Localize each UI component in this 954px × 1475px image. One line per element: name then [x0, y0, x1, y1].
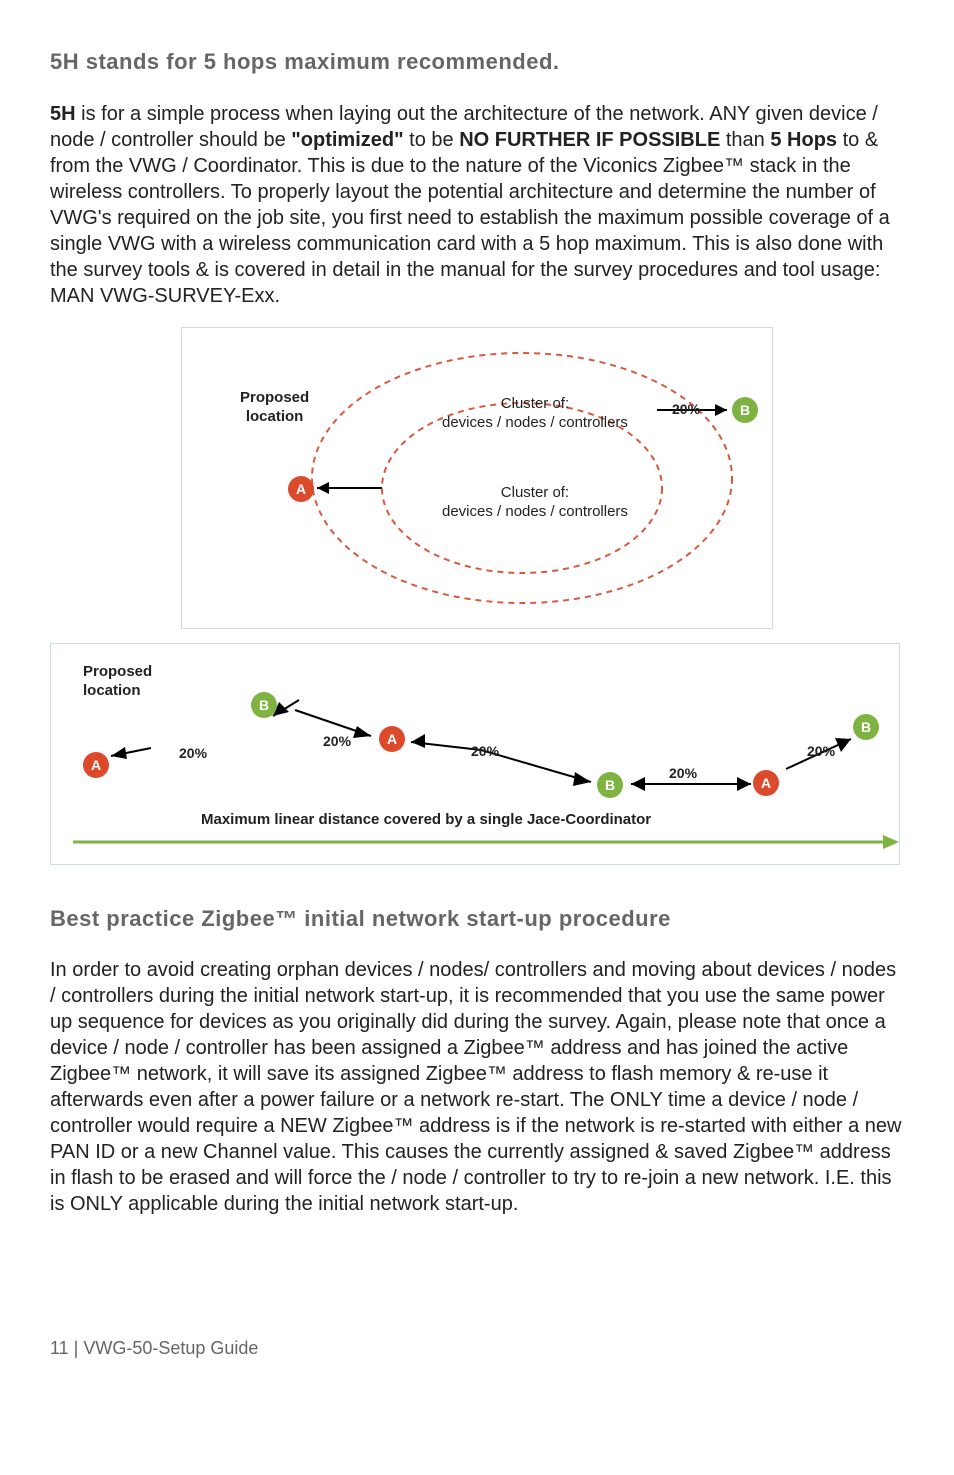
- pct-label: 20%: [471, 742, 499, 760]
- text: location: [240, 407, 309, 427]
- pct-label: 20%: [807, 742, 835, 760]
- marker-b-icon: B: [597, 772, 623, 798]
- figure-1-svg: [182, 328, 772, 628]
- marker-a-icon: A: [379, 726, 405, 752]
- text: Cluster of:: [442, 483, 628, 503]
- pct-label: 20%: [669, 764, 697, 782]
- text: devices / nodes / controllers: [442, 413, 628, 433]
- marker-b-icon: B: [853, 714, 879, 740]
- cluster-label-1: Cluster of: devices / nodes / controller…: [442, 394, 628, 433]
- text: Proposed: [240, 388, 309, 408]
- bold-no-further: NO FURTHER IF POSSIBLE: [459, 129, 720, 151]
- heading-5h: 5H stands for 5 hops maximum recommended…: [50, 48, 904, 77]
- heading-best-practice: Best practice Zigbee™ initial network st…: [50, 905, 904, 934]
- pct-label: 20%: [323, 732, 351, 750]
- marker-a-icon: A: [753, 770, 779, 796]
- paragraph-best-practice: In order to avoid creating orphan device…: [50, 957, 904, 1217]
- proposed-location-label-2: Proposed location: [83, 662, 152, 701]
- cluster-label-2: Cluster of: devices / nodes / controller…: [442, 483, 628, 522]
- text: location: [83, 681, 152, 701]
- figure-1-frame: Proposed location Cluster of: devices / …: [181, 327, 773, 629]
- pct-label: 20%: [672, 400, 700, 418]
- proposed-location-label: Proposed location: [240, 388, 309, 427]
- bold-5-hops: 5 Hops: [770, 129, 837, 151]
- text: than: [720, 129, 770, 151]
- figure-2-caption: Maximum linear distance covered by a sin…: [201, 810, 651, 830]
- marker-a-icon: A: [83, 752, 109, 778]
- bold-5h: 5H: [50, 103, 76, 125]
- marker-a-icon: A: [288, 476, 314, 502]
- bold-optimized: "optimized": [291, 129, 403, 151]
- text: to & from the VWG / Coordinator. This is…: [50, 129, 890, 307]
- pct-label: 20%: [179, 744, 207, 762]
- figure-cluster-diagram: Proposed location Cluster of: devices / …: [50, 327, 904, 865]
- text: Cluster of:: [442, 394, 628, 414]
- marker-b-icon: B: [251, 692, 277, 718]
- text: devices / nodes / controllers: [442, 502, 628, 522]
- figure-2-frame: Proposed location A B A B A B 20% 20% 20…: [50, 643, 900, 865]
- text: to be: [404, 129, 460, 151]
- text: Proposed: [83, 662, 152, 682]
- marker-b-icon: B: [732, 397, 758, 423]
- paragraph-5h: 5H is for a simple process when laying o…: [50, 101, 904, 309]
- page-footer: 11 | VWG-50-Setup Guide: [50, 1337, 904, 1360]
